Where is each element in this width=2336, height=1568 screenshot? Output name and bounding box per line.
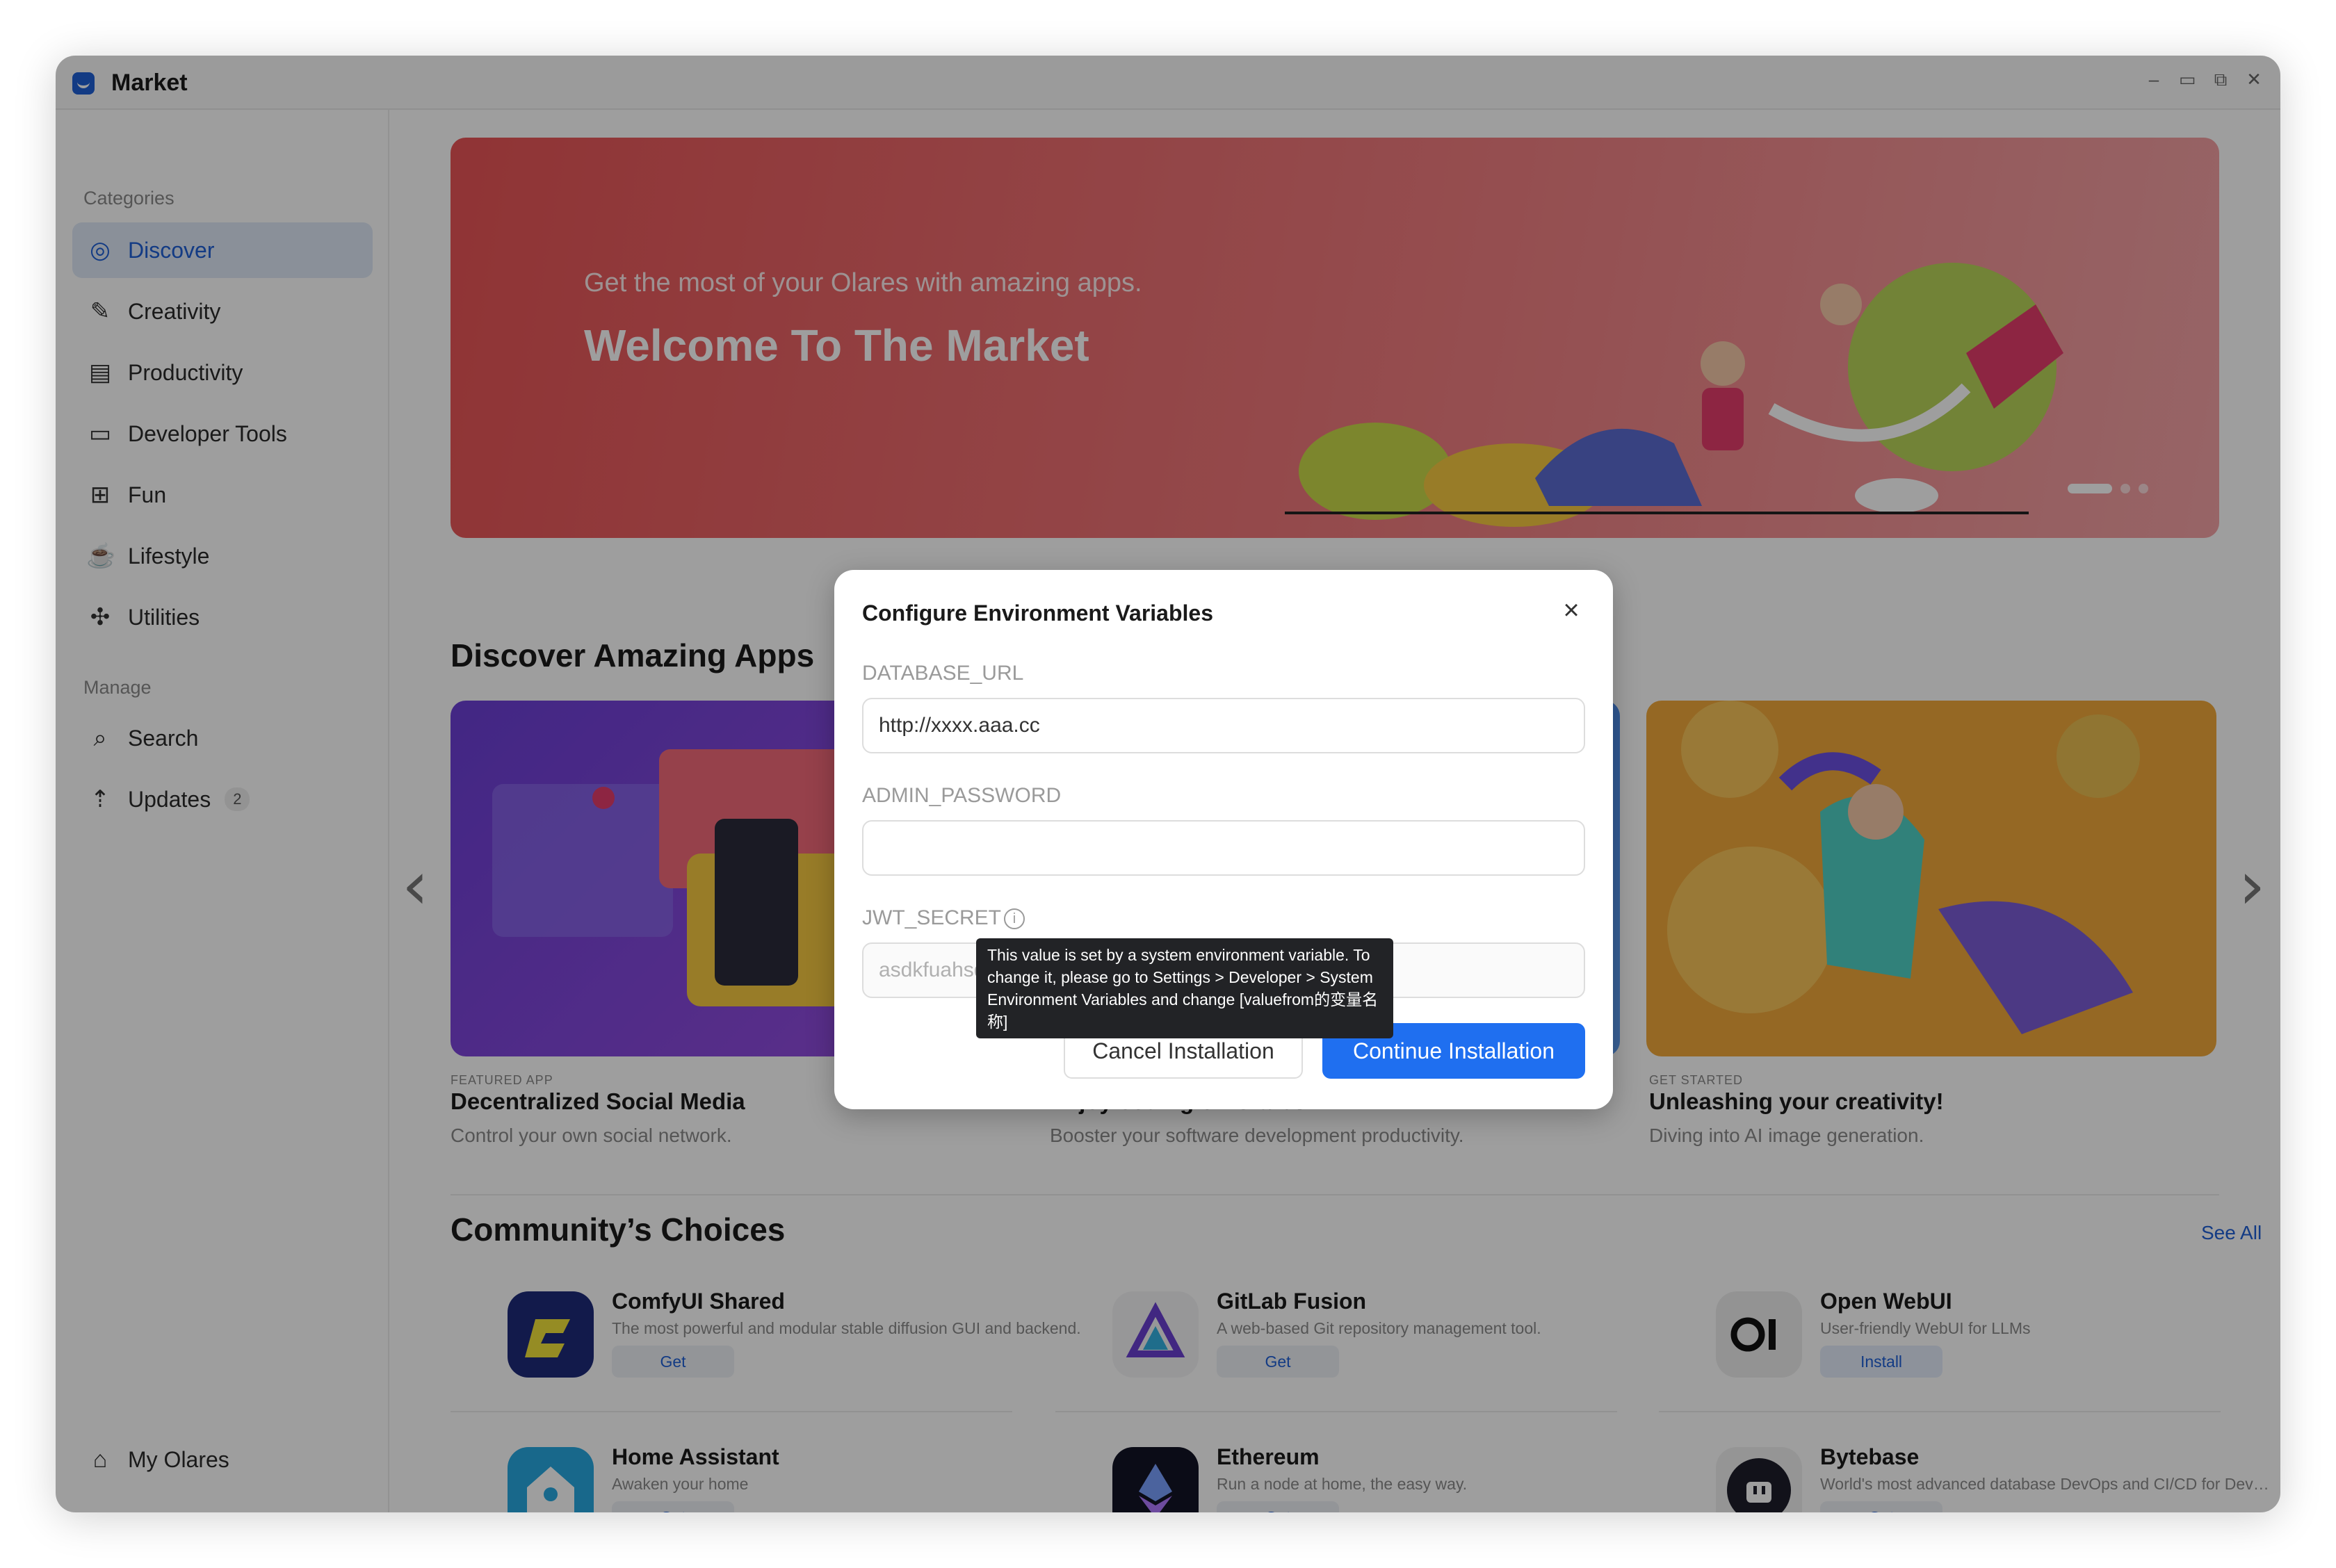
admin-password-label: ADMIN_PASSWORD <box>862 784 1062 807</box>
jwt-secret-label: JWT_SECRET <box>862 906 1002 929</box>
jwt-secret-label-row: JWT_SECRET i <box>862 906 1025 930</box>
close-icon[interactable]: × <box>1557 596 1585 624</box>
env-variable-tooltip: This value is set by a system environmen… <box>976 938 1393 1038</box>
configure-env-dialog: Configure Environment Variables × DATABA… <box>834 570 1613 1109</box>
info-icon[interactable]: i <box>1004 908 1025 930</box>
admin-password-input[interactable] <box>862 820 1585 876</box>
database-url-label: DATABASE_URL <box>862 662 1024 685</box>
market-window: Market – ▭ ⧉ ✕ Categories ◎ Discover ✎ C… <box>56 56 2280 1512</box>
dialog-title: Configure Environment Variables <box>862 601 1213 626</box>
database-url-input[interactable] <box>862 698 1585 753</box>
